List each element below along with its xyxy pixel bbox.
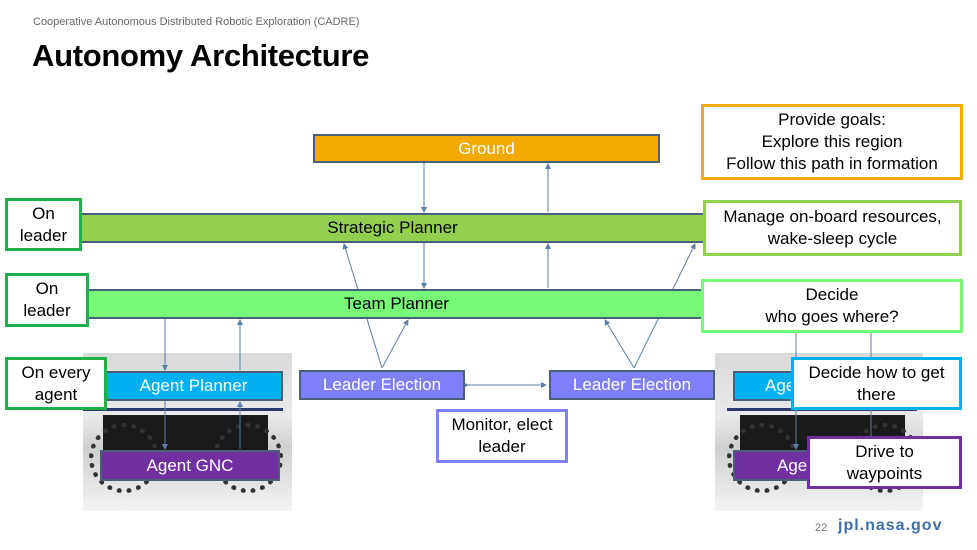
on-leader-label-team: On leader xyxy=(5,273,89,327)
monitor-elect-note: Monitor, elect leader xyxy=(436,409,568,463)
leader-election-block-right: Leader Election xyxy=(549,370,715,400)
on-every-agent-label: On every agent xyxy=(5,357,107,410)
strategic-planner-block: Strategic Planner xyxy=(80,213,705,243)
drive-waypoints-note: Drive to waypoints xyxy=(807,436,962,489)
goals-note: Provide goals: Explore this region Follo… xyxy=(701,104,963,180)
ground-block: Ground xyxy=(313,134,660,163)
decide-where-note: Decide who goes where? xyxy=(701,279,963,333)
slide-title: Autonomy Architecture xyxy=(32,38,370,73)
arrow-le2-to-team xyxy=(604,319,635,369)
decide-how-note: Decide how to get there xyxy=(791,357,962,410)
presentation-subtitle: Cooperative Autonomous Distributed Robot… xyxy=(33,16,360,28)
team-planner-block: Team Planner xyxy=(88,289,705,319)
on-leader-label-strategic: On leader xyxy=(5,198,82,251)
rover-plate xyxy=(83,408,283,411)
arrow-le1-to-team xyxy=(381,319,409,369)
agent-planner-block: Agent Planner xyxy=(104,371,283,401)
manage-resources-note: Manage on-board resources, wake-sleep cy… xyxy=(703,200,962,256)
footer-url: jpl.nasa.gov xyxy=(838,517,943,534)
page-number: 22 xyxy=(815,522,828,534)
agent-gnc-block: Agent GNC xyxy=(100,450,280,481)
leader-election-block-left: Leader Election xyxy=(299,370,465,400)
